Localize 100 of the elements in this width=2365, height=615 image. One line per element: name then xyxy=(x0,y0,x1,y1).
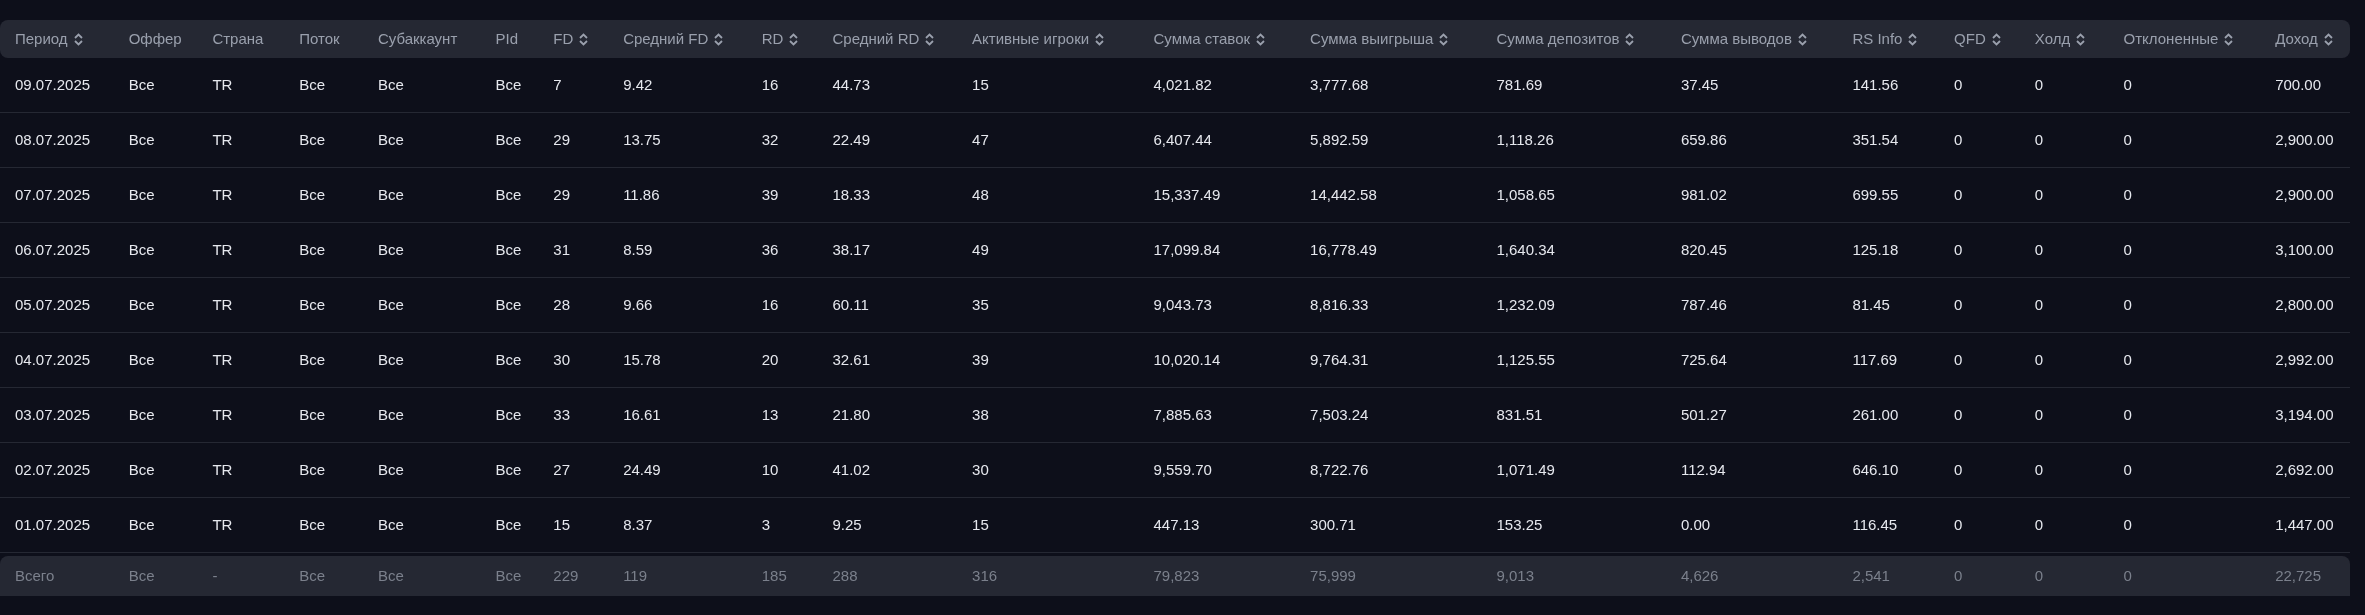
table-cell: 13 xyxy=(761,405,779,423)
table-cell: 0 xyxy=(2123,350,2132,368)
table-cell: 2,900.00 xyxy=(2275,130,2334,148)
table-cell: Все xyxy=(495,75,522,93)
table-cell: 9,559.70 xyxy=(1153,460,1212,478)
table-cell: Все xyxy=(377,75,404,93)
table-cell: 39 xyxy=(761,185,779,203)
table-cell: 15.78 xyxy=(623,350,661,368)
table-cell: Все xyxy=(377,130,404,148)
table-cell: 0 xyxy=(2034,75,2044,93)
table-cell: 27 xyxy=(553,460,571,478)
table-cell: 0 xyxy=(2034,295,2044,313)
sort-icon[interactable] xyxy=(1625,33,1635,47)
sort-icon[interactable] xyxy=(2323,33,2333,47)
table-cell: Все xyxy=(128,295,155,313)
column-header[interactable]: QFD xyxy=(1954,29,1986,47)
total-cell: - xyxy=(212,566,218,584)
table-cell: Все xyxy=(299,75,325,93)
table-cell: 31 xyxy=(553,240,571,258)
table-cell: 37.45 xyxy=(1680,75,1719,93)
table-cell: 981.02 xyxy=(1680,185,1727,203)
table-cell: TR xyxy=(212,295,233,313)
table-cell: 05.07.2025 xyxy=(15,295,91,313)
table-cell: 48 xyxy=(972,185,989,203)
table-cell: 781.69 xyxy=(1496,75,1543,93)
sort-icon[interactable] xyxy=(714,33,724,47)
total-cell: 185 xyxy=(761,566,787,584)
table-cell: 0 xyxy=(2123,75,2132,93)
table-cell: 0 xyxy=(2034,350,2044,368)
table-cell: Все xyxy=(495,295,522,313)
table-cell: Все xyxy=(299,185,325,203)
sort-icon[interactable] xyxy=(73,33,83,47)
table-cell: 2,992.00 xyxy=(2275,350,2334,368)
table-cell: 02.07.2025 xyxy=(15,460,91,478)
table-cell: 0 xyxy=(2034,185,2044,203)
table-cell: Все xyxy=(377,185,404,203)
sort-icon[interactable] xyxy=(1797,33,1807,47)
table-cell: 08.07.2025 xyxy=(15,130,91,148)
sort-icon[interactable] xyxy=(1256,33,1266,47)
table-cell: TR xyxy=(212,405,233,423)
sort-icon[interactable] xyxy=(925,33,935,47)
table-cell: 1,058.65 xyxy=(1496,185,1555,203)
table-cell: 03.07.2025 xyxy=(15,405,91,423)
table-cell: 0 xyxy=(1954,350,1963,368)
sort-icon[interactable] xyxy=(1439,33,1449,47)
table-cell: 30 xyxy=(553,350,571,368)
table-cell: 49 xyxy=(972,240,989,258)
table-cell: 125.18 xyxy=(1852,240,1899,258)
table-cell: 3,777.68 xyxy=(1310,75,1369,93)
table-cell: Все xyxy=(128,350,155,368)
table-cell: Все xyxy=(299,350,325,368)
table-cell: TR xyxy=(212,185,233,203)
total-cell: 75,999 xyxy=(1310,566,1356,584)
table-cell: 41.02 xyxy=(832,460,871,478)
table-cell: 2,692.00 xyxy=(2275,460,2334,478)
table-cell: 0 xyxy=(1954,130,1963,148)
total-cell: Все xyxy=(128,566,155,584)
table-cell: 699.55 xyxy=(1852,185,1899,203)
sort-icon[interactable] xyxy=(2076,33,2086,47)
table-cell: 116.45 xyxy=(1852,515,1898,533)
table-cell: 28 xyxy=(553,295,571,313)
table-cell: Все xyxy=(128,130,155,148)
table-cell: 700.00 xyxy=(2275,75,2321,93)
table-cell: 112.94 xyxy=(1680,460,1726,478)
table-cell: 39 xyxy=(972,350,989,368)
total-cell: Все xyxy=(377,566,404,584)
table-cell: 0 xyxy=(1954,295,1963,313)
column-header[interactable]: RD xyxy=(761,29,784,47)
total-cell: 229 xyxy=(553,566,579,584)
sort-icon[interactable] xyxy=(1991,33,2001,47)
sort-icon[interactable] xyxy=(1908,33,1918,47)
sort-icon[interactable] xyxy=(789,33,799,47)
table-cell: 0 xyxy=(1954,515,1963,533)
table-cell: 2,800.00 xyxy=(2275,295,2334,313)
table-cell: 7,885.63 xyxy=(1153,405,1212,423)
table-cell: 6,407.44 xyxy=(1153,130,1212,148)
column-header[interactable]: FD xyxy=(553,29,574,47)
table-cell: 15 xyxy=(972,515,989,533)
total-cell: Все xyxy=(495,566,522,584)
sort-icon[interactable] xyxy=(579,33,589,47)
table-cell: Все xyxy=(299,405,325,423)
column-header: Страна xyxy=(212,29,264,47)
table-cell: Все xyxy=(495,350,522,368)
column-header[interactable]: Холд xyxy=(2034,29,2071,47)
table-cell: 07.07.2025 xyxy=(15,185,91,203)
table-cell: 1,232.09 xyxy=(1496,295,1555,313)
table-cell: 7,503.24 xyxy=(1310,405,1369,423)
table-cell: 0 xyxy=(1954,185,1963,203)
table-cell: Все xyxy=(128,460,155,478)
table-cell: 16 xyxy=(761,75,779,93)
table-cell: Все xyxy=(299,240,325,258)
table-cell: Все xyxy=(128,185,155,203)
table-cell: 06.07.2025 xyxy=(15,240,91,258)
sort-icon[interactable] xyxy=(1095,33,1105,47)
total-cell: 0 xyxy=(2034,566,2044,584)
table-cell: 15 xyxy=(553,515,571,533)
sort-icon[interactable] xyxy=(2224,33,2234,47)
total-cell: 9,013 xyxy=(1496,566,1535,584)
table-cell: 3,194.00 xyxy=(2275,405,2334,423)
total-cell: 22,725 xyxy=(2275,566,2321,584)
